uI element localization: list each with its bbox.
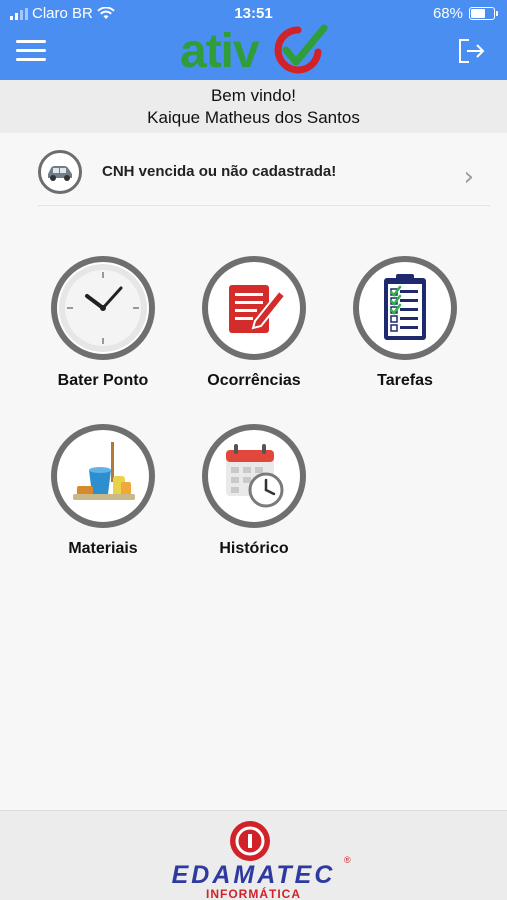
report-edit-icon xyxy=(202,256,306,360)
logo-text: ativ xyxy=(180,25,260,78)
welcome-banner: Bem vindo! Kaique Matheus dos Santos xyxy=(0,80,507,133)
logout-icon[interactable] xyxy=(457,38,485,64)
tile-tarefas[interactable]: Tarefas xyxy=(330,256,480,390)
cnh-alert-row[interactable]: CNH vencida ou não cadastrada! › xyxy=(38,149,490,206)
brand-subtitle: INFORMÁTICA xyxy=(206,887,301,900)
tile-label: Ocorrências xyxy=(207,372,301,389)
tile-materiais[interactable]: Materiais xyxy=(28,424,178,558)
clipboard-checklist-icon xyxy=(353,256,457,360)
clock-icon xyxy=(51,256,155,360)
app-header: Claro BR 13:51 68% ativ xyxy=(0,0,507,80)
chevron-right-icon: › xyxy=(463,162,474,192)
welcome-greeting: Bem vindo! xyxy=(210,86,297,105)
battery-fill xyxy=(471,9,485,18)
cleaning-supplies-icon xyxy=(51,424,155,528)
battery-icon xyxy=(469,7,498,20)
edamatec-logo-icon xyxy=(230,821,270,861)
footer-brand: EDAMATEC ® INFORMÁTICA xyxy=(0,810,507,900)
tile-label: Histórico xyxy=(219,540,289,557)
battery-percent: 68% xyxy=(432,5,463,22)
tile-ocorrencias[interactable]: Ocorrências xyxy=(179,256,329,390)
app-logo: ativ xyxy=(180,22,330,78)
logo-check-icon xyxy=(274,24,328,74)
hamburger-menu-icon[interactable] xyxy=(16,40,46,64)
tile-historico[interactable]: Histórico xyxy=(179,424,329,558)
tile-label: Materiais xyxy=(68,540,138,557)
registered-mark: ® xyxy=(344,855,351,865)
status-right: 68% xyxy=(432,5,498,22)
calendar-clock-icon xyxy=(202,424,306,528)
car-icon xyxy=(38,149,82,194)
tile-label: Tarefas xyxy=(377,372,433,389)
welcome-user-name: Kaique Matheus dos Santos xyxy=(147,108,360,127)
status-time: 13:51 xyxy=(234,5,273,22)
brand-name: EDAMATEC xyxy=(171,861,336,889)
cnh-message: CNH vencida ou não cadastrada! xyxy=(102,163,337,180)
tile-label: Bater Ponto xyxy=(57,372,149,389)
tile-bater-ponto[interactable]: Bater Ponto xyxy=(28,256,178,390)
